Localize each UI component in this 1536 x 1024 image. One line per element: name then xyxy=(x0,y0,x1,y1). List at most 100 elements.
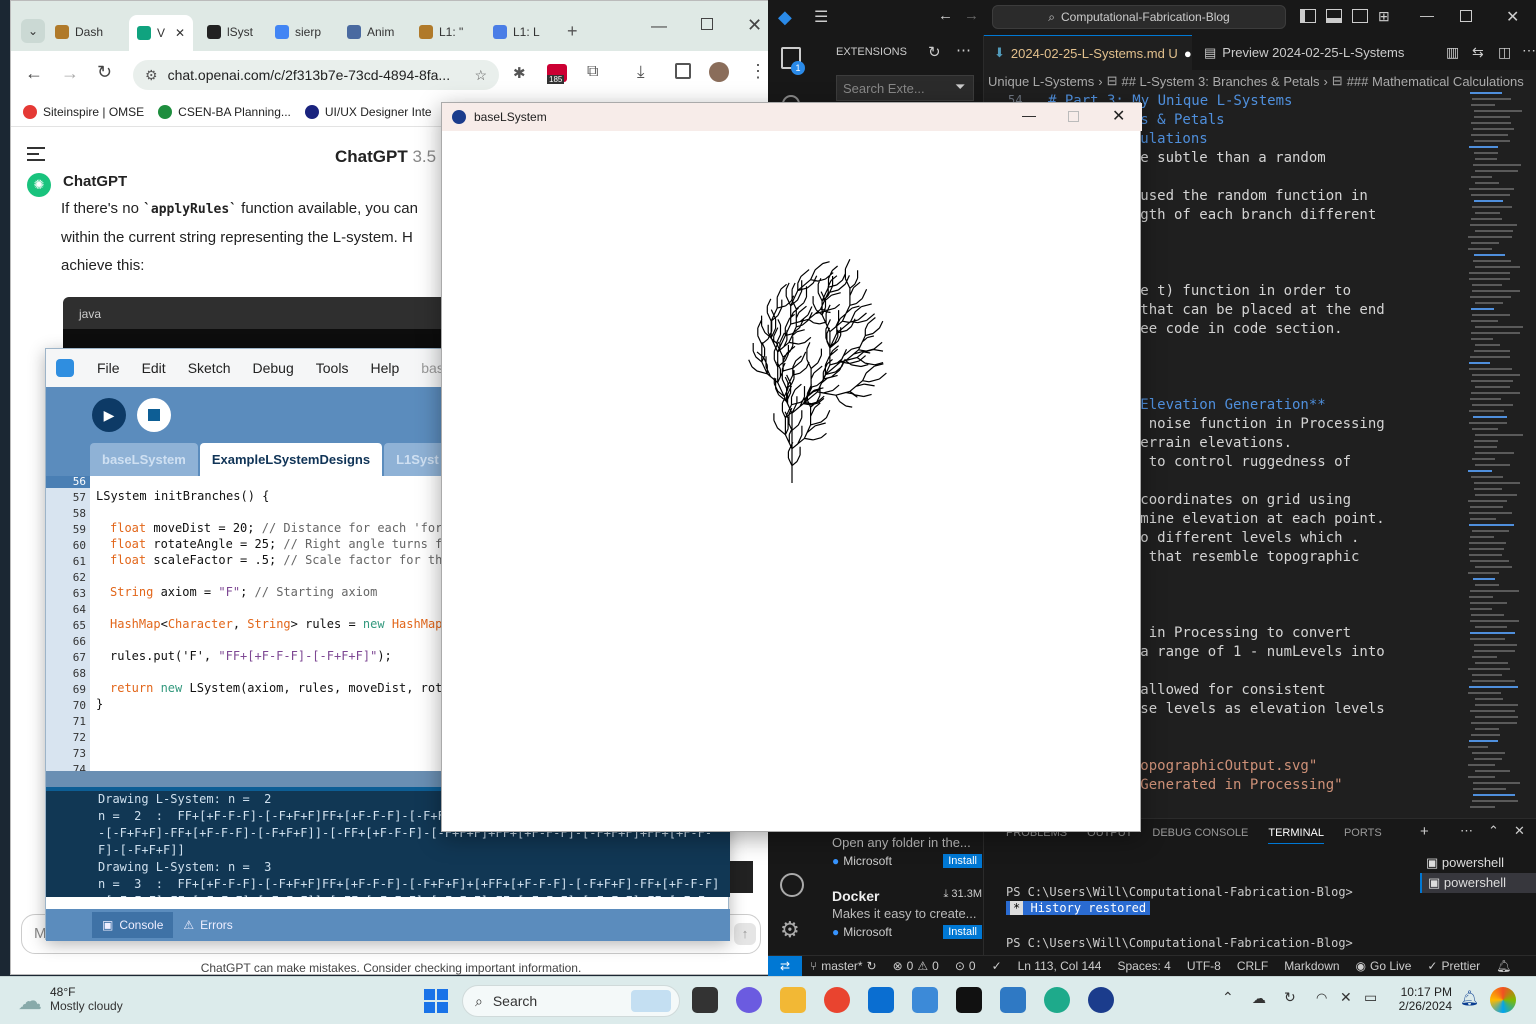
refresh-icon[interactable]: ↻ xyxy=(928,43,941,61)
more-menu-icon[interactable]: ⋮ xyxy=(749,61,767,82)
close-window-button[interactable]: ✕ xyxy=(747,15,762,36)
forward-icon[interactable]: → xyxy=(61,63,79,84)
customize-layout-icon[interactable]: ⊞ xyxy=(1378,8,1390,25)
photos-icon[interactable] xyxy=(1000,987,1026,1013)
extensions-puzzle-icon[interactable]: ⧉ xyxy=(587,63,598,81)
sketch-maximize-button[interactable] xyxy=(1068,111,1079,122)
taskbar-search[interactable]: ⌕ Search xyxy=(462,985,680,1017)
terminal-item[interactable]: ▣ powershell xyxy=(1420,873,1536,893)
sketch-tab[interactable]: ExampleLSystemDesigns xyxy=(200,443,382,476)
download-icon[interactable]: ⤓ xyxy=(637,62,645,82)
panel-more-icon[interactable]: ⋯ xyxy=(1460,823,1473,839)
bookmark-item[interactable]: CSEN-BA Planning... xyxy=(158,105,291,119)
weather-widget[interactable]: 48°F Mostly cloudy xyxy=(50,985,123,1013)
ports-indicator[interactable]: ⊙ 0 xyxy=(947,959,984,973)
language-mode[interactable]: Markdown xyxy=(1276,959,1347,973)
sketch-close-button[interactable]: ✕ xyxy=(1112,106,1125,126)
inkscape-icon[interactable] xyxy=(956,987,982,1013)
sync-icon[interactable]: ↻ xyxy=(1284,989,1296,1006)
site-info-icon[interactable]: ⚙ xyxy=(145,67,158,84)
browser-tab[interactable]: V ✕ xyxy=(129,15,193,51)
notification-bell-icon[interactable]: 🔔︎ xyxy=(1460,989,1479,1007)
file-explorer-icon[interactable] xyxy=(780,987,806,1013)
tab-search-button[interactable]: ⌄ xyxy=(21,19,45,43)
menu-item[interactable]: Sketch xyxy=(177,360,242,376)
install-button[interactable]: Install xyxy=(943,925,982,939)
menu-item[interactable]: Debug xyxy=(242,360,305,376)
check-icon[interactable]: ✓ xyxy=(984,959,1010,973)
avatar[interactable] xyxy=(709,62,729,82)
editor-scrollbar[interactable] xyxy=(1527,92,1536,818)
chat-icon[interactable] xyxy=(736,987,762,1013)
browser-tab[interactable]: L1: " xyxy=(411,15,481,49)
back-icon[interactable]: ← xyxy=(25,63,43,84)
vs-maximize-button[interactable] xyxy=(1460,10,1472,22)
cursor-position[interactable]: Ln 113, Col 144 xyxy=(1010,959,1110,973)
errors-tab[interactable]: ⚠ Errors xyxy=(183,918,232,932)
reload-icon[interactable]: ↻ xyxy=(97,62,112,83)
extension-bug-icon[interactable]: ✱ xyxy=(513,64,526,82)
close-tab-icon[interactable]: ✕ xyxy=(175,26,185,40)
toggle-secondary-sidebar-icon[interactable] xyxy=(1352,9,1368,23)
star-icon[interactable]: ☆ xyxy=(474,67,487,84)
browser-tab[interactable]: lSyst xyxy=(199,15,265,49)
chrome-icon[interactable] xyxy=(824,987,850,1013)
volume-muted-icon[interactable]: ✕ xyxy=(1340,989,1352,1006)
encoding[interactable]: UTF-8 xyxy=(1179,959,1229,973)
compare-icon[interactable]: ⇆ xyxy=(1472,44,1484,61)
filter-icon[interactable]: ⏷ xyxy=(955,79,965,95)
manage-gear-icon[interactable]: ⚙ xyxy=(780,917,800,943)
page-title[interactable]: ChatGPT 3.5 xyxy=(335,147,436,167)
sidepanel-icon[interactable] xyxy=(675,63,691,79)
menu-item[interactable]: File xyxy=(86,360,131,376)
copilot-icon[interactable] xyxy=(1490,987,1516,1013)
start-windows-icon[interactable] xyxy=(424,989,448,1013)
maximize-panel-icon[interactable]: ⌃ xyxy=(1488,823,1499,839)
breadcrumb-item[interactable]: Unique L-Systems xyxy=(988,74,1094,89)
nav-forward-icon[interactable]: → xyxy=(964,7,979,24)
more-actions-icon[interactable]: ⋯ xyxy=(956,41,971,59)
nav-back-icon[interactable]: ← xyxy=(938,7,953,24)
toggle-sidebar-icon[interactable] xyxy=(1300,9,1316,23)
vs-close-button[interactable]: ✕ xyxy=(1506,7,1519,27)
menu-item[interactable]: Edit xyxy=(131,360,177,376)
browser-tab[interactable]: sierp xyxy=(267,15,335,49)
terminal-item[interactable]: ▣ powershell xyxy=(1420,853,1536,873)
new-tab-button[interactable]: + xyxy=(567,21,578,42)
branch-indicator[interactable]: ⑂ master* ↻ xyxy=(802,959,885,973)
browser-tab[interactable]: L1: L xyxy=(485,15,559,49)
close-panel-icon[interactable]: ✕ xyxy=(1514,823,1525,839)
extension-search-input[interactable]: Search Exte... ⏷ xyxy=(836,75,974,101)
new-terminal-icon[interactable]: + xyxy=(1420,823,1429,840)
send-arrow-icon[interactable]: ↑ xyxy=(734,923,756,945)
indentation[interactable]: Spaces: 4 xyxy=(1109,959,1178,973)
go-live-button[interactable]: ◉ Go Live xyxy=(1348,959,1420,973)
install-button[interactable]: Install xyxy=(943,854,982,868)
sketch-tab[interactable]: baseLSystem xyxy=(90,443,198,476)
command-center-search[interactable]: ⌕ Computational-Fabrication-Blog xyxy=(992,5,1286,29)
menu-item[interactable]: Help xyxy=(359,360,410,376)
editor-more-icon[interactable]: ⋯ xyxy=(1522,42,1536,59)
bookmark-item[interactable]: UI/UX Designer Inte xyxy=(305,105,432,119)
omnibox[interactable]: ⚙ chat.openai.com/c/2f313b7e-73cd-4894-8… xyxy=(133,60,499,90)
line-ending[interactable]: CRLF xyxy=(1229,959,1276,973)
remote-indicator-icon[interactable]: ⇄ xyxy=(768,956,802,976)
panel-tab[interactable]: PORTS xyxy=(1344,827,1382,844)
clock[interactable]: 10:17 PM 2/26/2024 xyxy=(1398,985,1452,1013)
accounts-icon[interactable] xyxy=(780,873,804,897)
open-preview-icon[interactable]: ▥ xyxy=(1446,44,1459,61)
bell-icon[interactable]: 🔔︎ xyxy=(1488,959,1519,973)
panel-tab[interactable]: TERMINAL xyxy=(1268,827,1324,844)
unsaved-dot-icon[interactable]: ● xyxy=(1184,46,1192,61)
hamburger-menu-icon[interactable]: ☰ xyxy=(814,7,828,27)
battery-icon[interactable]: ▭ xyxy=(1364,989,1377,1006)
split-editor-icon[interactable]: ◫ xyxy=(1498,44,1511,61)
onedrive-icon[interactable]: ☁ xyxy=(1252,990,1266,1007)
minimap[interactable] xyxy=(1468,92,1526,818)
extension-item[interactable]: Docker ⤓ 31.3M Makes it easy to create..… xyxy=(832,888,982,939)
extension-item[interactable]: Open any folder in the... ● Microsoft In… xyxy=(832,835,982,868)
sidebar-menu-icon[interactable] xyxy=(27,147,45,161)
prettier-indicator[interactable]: ✓ Prettier xyxy=(1419,959,1488,973)
tab-markdown-file[interactable]: ⬇ 2024-02-25-L-Systems.md U ● xyxy=(984,35,1192,70)
tab-preview[interactable]: ▤ Preview 2024-02-25-L-Systems xyxy=(1194,35,1434,70)
